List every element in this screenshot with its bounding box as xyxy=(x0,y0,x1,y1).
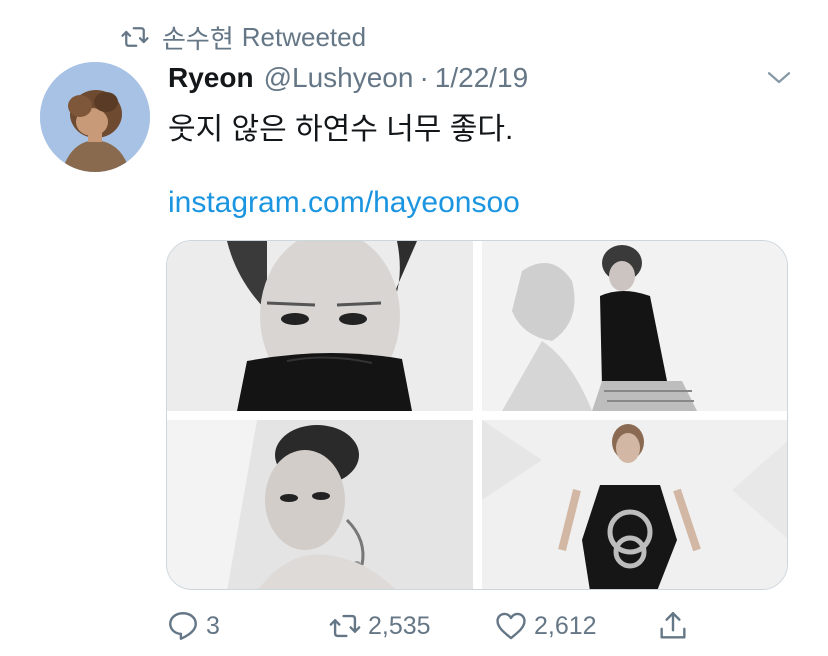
tweet-header: Ryeon @Lushyeon · 1/22/19 xyxy=(168,58,528,98)
retweeted-by-banner: 손수현 Retweeted xyxy=(118,20,366,54)
like-button[interactable]: 2,612 xyxy=(494,604,597,648)
retweeted-label: Retweeted xyxy=(241,21,367,52)
user-handle[interactable]: @Lushyeon xyxy=(264,62,414,94)
media-photo-3[interactable] xyxy=(167,420,473,589)
media-photo-2[interactable] xyxy=(482,241,787,411)
retweet-button[interactable]: 2,535 xyxy=(328,604,431,648)
tweet-link[interactable]: instagram.com/hayeonsoo xyxy=(168,186,520,220)
share-icon xyxy=(660,612,686,639)
tweet-text: 웃지 않은 하연수 너무 좋다. xyxy=(168,113,514,146)
media-photo-1[interactable] xyxy=(167,241,473,411)
reply-count: 3 xyxy=(206,611,220,640)
media-grid xyxy=(166,240,788,590)
heart-icon xyxy=(496,612,526,640)
retweet-icon xyxy=(121,27,149,47)
tweet-date[interactable]: 1/22/19 xyxy=(435,62,528,94)
separator-dot: · xyxy=(419,62,429,93)
media-photo-4[interactable] xyxy=(482,420,787,589)
retweeter-name[interactable]: 손수현 xyxy=(162,19,234,56)
tweet-actions: 3 2,535 2,612 xyxy=(166,604,706,648)
display-name[interactable]: Ryeon xyxy=(168,62,254,94)
reply-icon xyxy=(169,612,197,640)
reply-button[interactable]: 3 xyxy=(166,604,220,648)
avatar[interactable] xyxy=(40,62,150,172)
retweet-count: 2,535 xyxy=(368,611,431,640)
chevron-down-icon[interactable] xyxy=(764,62,794,92)
share-button[interactable] xyxy=(656,604,696,648)
like-count: 2,612 xyxy=(534,611,597,640)
retweet-icon xyxy=(329,614,361,638)
